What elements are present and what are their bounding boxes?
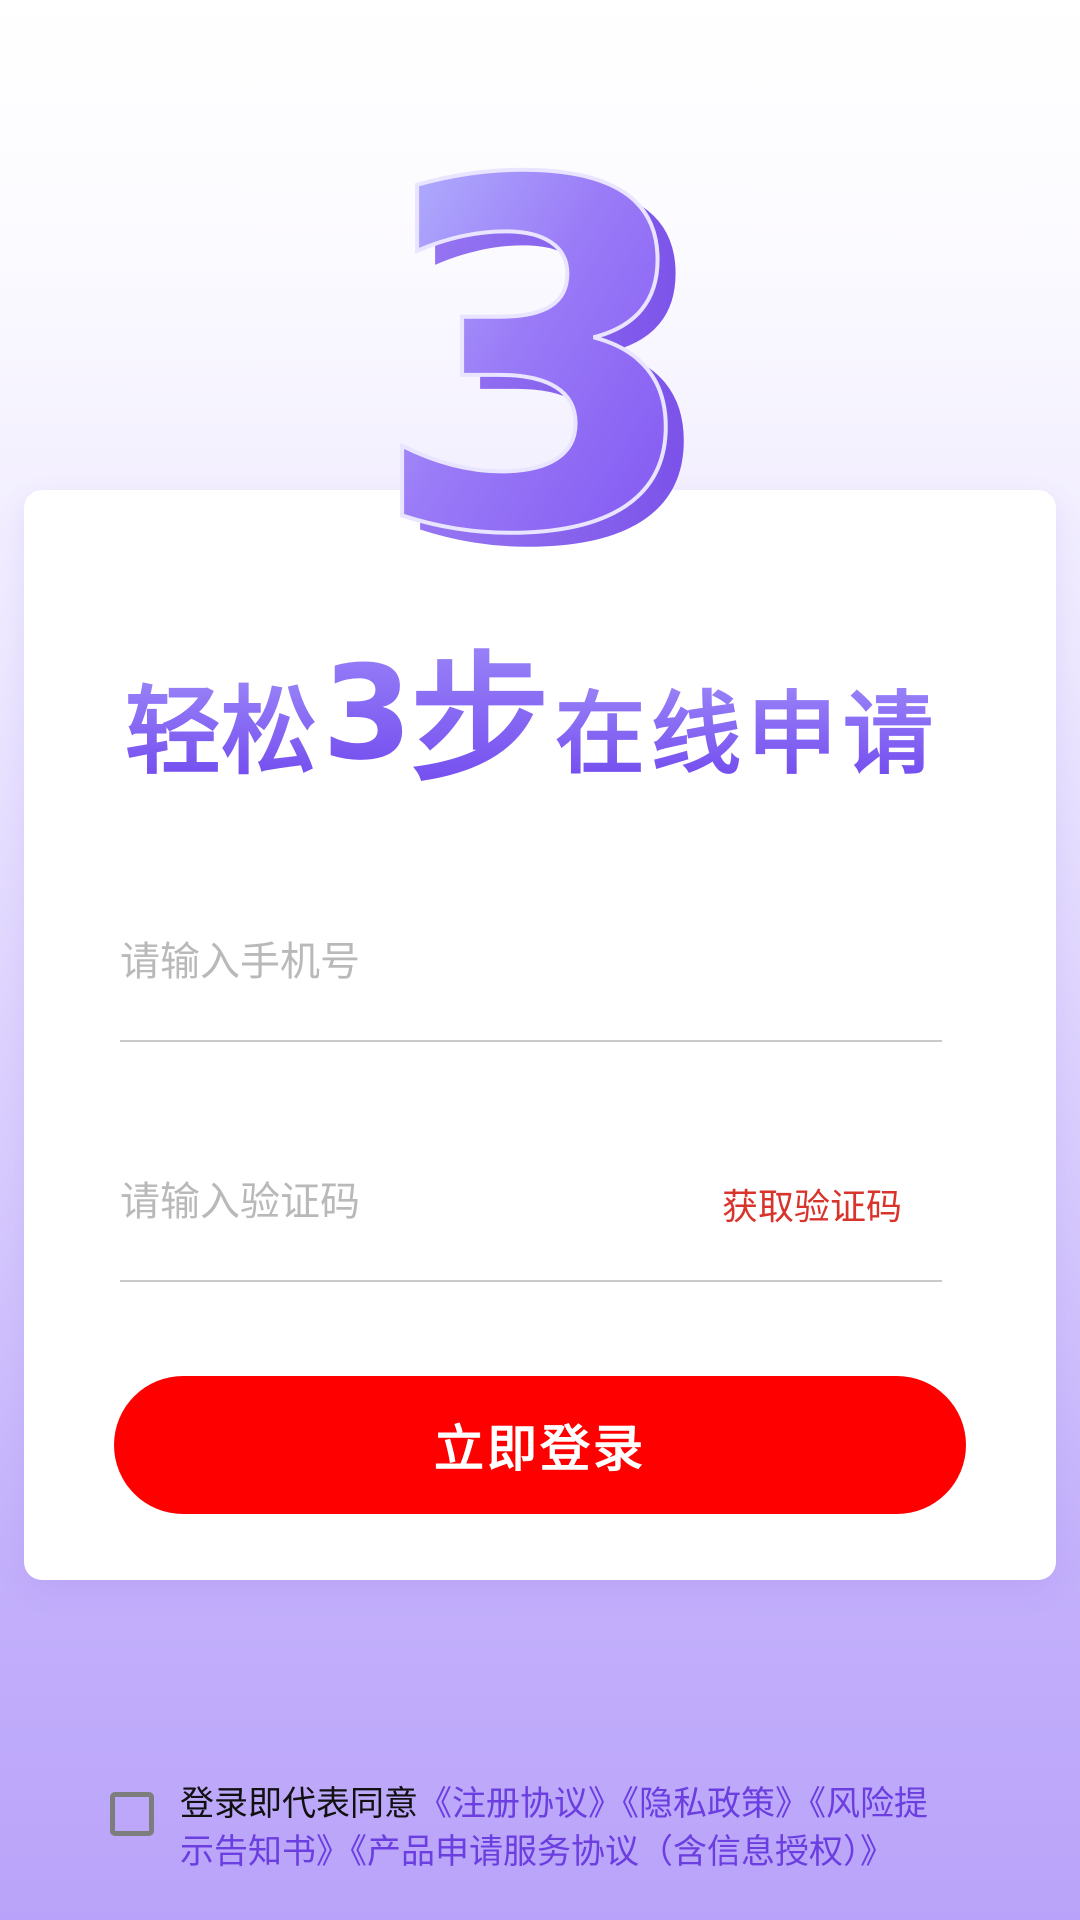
agreement-checkbox[interactable] <box>110 1792 154 1836</box>
slogan-part2: 在线申请 <box>555 682 939 787</box>
code-field: 获取验证码 <box>120 1150 942 1282</box>
link-privacy-policy[interactable]: 《隐私政策》 <box>622 1784 809 1824</box>
link-product-service-agreement[interactable]: 《产品申请服务协议（含信息授权）》 <box>350 1832 894 1872</box>
phone-field <box>120 910 942 1042</box>
agreement-text: 登录即代表同意《注册协议》《隐私政策》《风险提示告知书》《产品申请服务协议（含信… <box>180 1780 950 1876</box>
agreement-prefix: 登录即代表同意 <box>180 1784 418 1824</box>
slogan-title: 轻松 3 步 在线申请 <box>124 640 939 790</box>
link-register-agreement[interactable]: 《注册协议》 <box>418 1784 622 1824</box>
slogan-step: 步 <box>410 640 550 790</box>
phone-input[interactable] <box>120 932 680 992</box>
slogan-part1: 轻松 <box>125 676 317 788</box>
get-code-button[interactable]: 获取验证码 <box>722 1178 902 1230</box>
code-input[interactable] <box>120 1172 680 1232</box>
slogan-number: 3 <box>322 640 412 789</box>
hero-three-number: 3 <box>370 120 704 580</box>
hero-three-graphic: 3 3 <box>368 120 720 580</box>
login-button[interactable]: 立即登录 <box>114 1376 966 1514</box>
